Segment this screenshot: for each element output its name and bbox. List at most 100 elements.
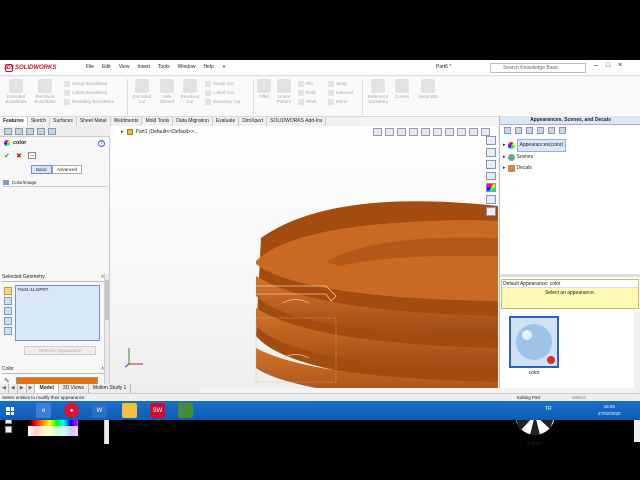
swept-boss-button[interactable]: Swept Boss/Base [64,79,114,88]
tab-sketch[interactable]: Sketch [28,117,51,126]
menu-insert[interactable]: Insert [137,64,150,70]
select-part-icon[interactable] [4,287,12,295]
advanced-button[interactable]: Advanced [52,165,83,174]
solidworks-taskbar-icon[interactable]: SW [150,403,165,418]
appearance-thumb-color[interactable] [509,316,559,368]
help-icon[interactable]: ? [98,140,105,147]
tab-weldments[interactable]: Weldments [111,117,143,126]
next-tab-icon[interactable]: ▶ [18,384,27,393]
design-library-icon[interactable] [486,147,496,157]
resources-icon[interactable] [486,136,496,145]
configuration-icon[interactable] [26,128,34,135]
remove-appearance-button[interactable]: Remove Appearance [24,346,96,355]
solidworks-logo[interactable]: 3DS SOLIDWORKS [4,63,56,73]
tree-item-scenes[interactable]: ▸ Scenes [503,152,566,163]
tab-surfaces[interactable]: Surfaces [50,117,77,126]
hole-wizard-button[interactable]: Hole Wizard [156,79,178,104]
forward-icon[interactable] [515,127,522,134]
clock[interactable]: 18:25 27/02/2020 [598,403,621,417]
add-folder-icon[interactable] [548,127,555,134]
first-tab-icon[interactable]: ◀ [0,384,9,393]
pane-splitter[interactable] [500,274,640,277]
rib-button[interactable]: Rib [298,79,316,88]
units-selector[interactable]: MMGS [572,394,586,401]
instant3d-button[interactable]: Instant3D [414,79,442,99]
tree-item-decals[interactable]: ▸ Decals [503,163,566,174]
menu-window[interactable]: Window [178,64,196,70]
tab-evaluate[interactable]: Evaluate [213,117,240,126]
last-tab-icon[interactable]: ▶ [27,384,36,393]
appearances-icon[interactable] [486,183,496,193]
select-body-icon[interactable] [4,317,12,325]
menu-file[interactable]: File [86,64,94,70]
thumbnail-scrollbar[interactable] [634,312,640,442]
menu-tools[interactable]: Tools [158,64,170,70]
up-icon[interactable] [526,127,533,134]
file-explorer-taskbar-icon[interactable] [122,403,137,418]
linear-pattern-button[interactable]: Linear Pattern [274,79,294,104]
tab-dimxpert[interactable]: DimXpert [239,117,268,126]
revolved-boss-button[interactable]: Revolved Boss/Base [32,79,58,104]
extruded-boss-button[interactable]: Extruded Boss/Base [4,79,28,104]
keep-visible-pin-icon[interactable]: ⊸ [28,152,36,159]
curves-button[interactable]: Curves [393,79,411,99]
selected-item[interactable]: Part1-11.DPRT [18,287,48,292]
ie-icon[interactable]: e [36,403,51,418]
select-face-icon[interactable] [4,297,12,305]
property-manager-icon[interactable] [15,128,23,135]
fillet-button[interactable]: Fillet [256,79,272,99]
word-icon[interactable]: W [92,403,107,418]
menu-help[interactable]: Help [203,64,213,70]
custom-properties-icon[interactable] [486,195,496,205]
color-palette-light[interactable] [28,426,78,436]
file-explorer-icon[interactable] [486,159,496,169]
menu-view[interactable]: View [119,64,130,70]
wrap-button[interactable]: Wrap [328,79,353,88]
select-feature-icon[interactable] [4,327,12,335]
reference-geometry-button[interactable]: Reference Geometry [365,79,391,104]
intersect-button[interactable]: Intersect [328,88,353,97]
prev-tab-icon[interactable]: ◀ [9,384,18,393]
scroll-thumb[interactable] [105,280,109,320]
menu-edit[interactable]: Edit [102,64,111,70]
save-palette-icon[interactable] [5,426,12,433]
tab-features[interactable]: Features [0,117,28,126]
tree-item-appearances[interactable]: ▸ Appearances(color) [503,139,567,152]
boundary-boss-button[interactable]: Boundary Boss/Base [64,97,114,106]
mirror-button[interactable]: Mirror [328,97,353,106]
draft-button[interactable]: Draft [298,88,316,97]
dimxpert-icon[interactable] [37,128,45,135]
tab-model[interactable]: Model [35,384,59,393]
selected-geometry-header[interactable]: Selected Geometry ˄ [2,274,106,282]
close-icon[interactable]: × [618,62,622,69]
maximize-icon[interactable]: □ [606,62,610,69]
home-icon[interactable] [537,127,544,134]
tab-sheet-metal[interactable]: Sheet Metal [77,117,111,126]
minimize-icon[interactable]: – [594,62,598,69]
display-manager-icon[interactable] [48,128,56,135]
selected-geometry-list[interactable]: Part1-11.DPRT [15,285,100,341]
chrome-icon[interactable]: ● [64,403,79,418]
tray-language[interactable]: TR [545,406,552,412]
revolved-cut-button[interactable]: Revolved Cut [179,79,201,104]
boundary-cut-button[interactable]: Boundary Cut [205,97,241,106]
color-image-tab[interactable]: Color/Image [3,178,107,187]
basic-button[interactable]: Basic [31,165,53,174]
tab-mold-tools[interactable]: Mold Tools [142,117,174,126]
tab-data-migration[interactable]: Data Migration [173,117,213,126]
tab-3d-views[interactable]: 3D Views [59,384,89,393]
lofted-cut-button[interactable]: Lofted Cut [205,88,241,97]
tab-addins[interactable]: SOLIDWORKS Add-Ins [267,117,327,126]
solidworks-forum-icon[interactable] [486,207,496,217]
view-palette-icon[interactable] [486,171,496,181]
swept-cut-button[interactable]: Swept Cut [205,79,241,88]
feature-tree-icon[interactable] [4,128,12,135]
graphics-area[interactable]: ▸ Part1 (Default<<Default>>... [111,126,498,388]
color-header[interactable]: Color ˄ [2,366,106,374]
ok-button[interactable]: ✔ [4,152,10,160]
shell-button[interactable]: Shell [298,97,316,106]
extruded-cut-button[interactable]: Extruded Cut [130,79,154,104]
part-model[interactable] [111,126,498,388]
app-taskbar-icon[interactable] [178,403,193,418]
pin-icon[interactable]: ★ [222,64,226,70]
